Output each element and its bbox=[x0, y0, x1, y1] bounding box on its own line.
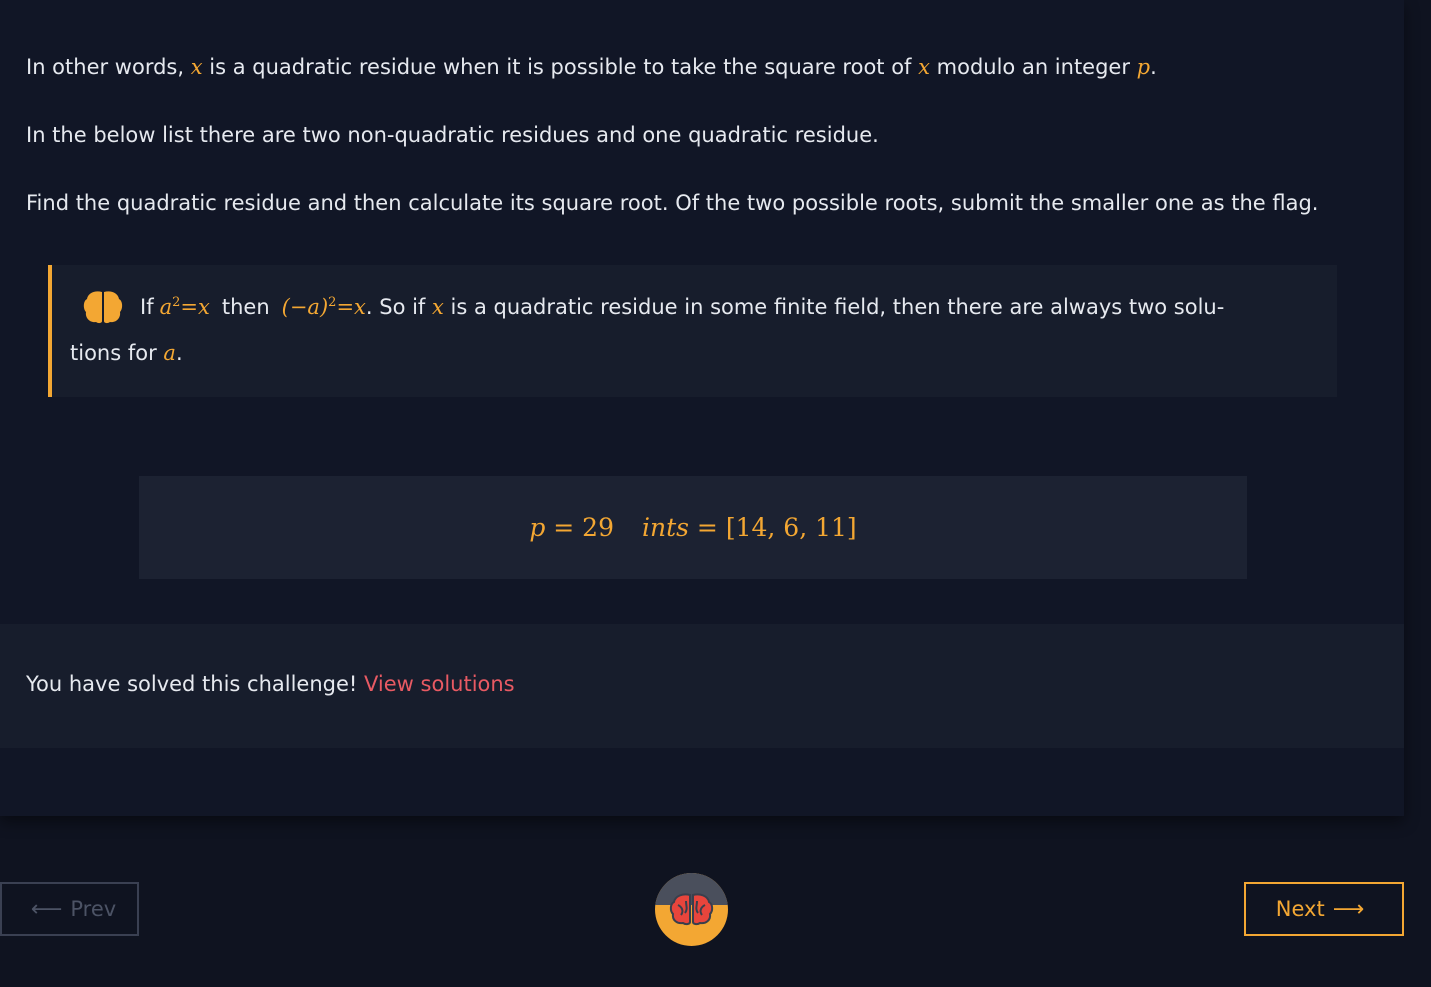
view-solutions-link[interactable]: View solutions bbox=[364, 672, 515, 696]
solved-message: You have solved this challenge! View sol… bbox=[26, 672, 515, 696]
prev-button[interactable]: ⟵ Prev bbox=[0, 882, 139, 936]
next-button[interactable]: Next ⟶ bbox=[1244, 882, 1404, 936]
arrow-right-icon: ⟶ bbox=[1332, 896, 1365, 922]
brain-logo-icon[interactable] bbox=[655, 873, 728, 946]
math-a-squared: a2 bbox=[159, 295, 181, 319]
hint-box: If a2 = x then (−a)2 = x. So if x is a q… bbox=[48, 265, 1337, 397]
paragraph-list-description: In the below list there are two non-quad… bbox=[26, 123, 879, 147]
math-p: p bbox=[1136, 55, 1151, 79]
brain-icon bbox=[83, 291, 123, 324]
hint-line-1: If a2 = x then (−a)2 = x. So if x is a q… bbox=[82, 289, 1224, 325]
challenge-data-box: p = 29 ints = [14, 6, 11] bbox=[139, 476, 1247, 579]
challenge-panel: In other words, x is a quadratic residue… bbox=[0, 0, 1404, 816]
arrow-left-icon: ⟵ bbox=[30, 896, 63, 922]
challenge-page: In other words, x is a quadratic residue… bbox=[0, 0, 1431, 987]
challenge-formula: p = 29 ints = [14, 6, 11] bbox=[529, 513, 857, 542]
paragraph-instructions: Find the quadratic residue and then calc… bbox=[26, 191, 1319, 215]
solved-status-bar: You have solved this challenge! View sol… bbox=[0, 624, 1404, 748]
math-x: x bbox=[190, 55, 203, 79]
paragraph-definition: In other words, x is a quadratic residue… bbox=[26, 55, 1157, 79]
math-x: x bbox=[918, 55, 930, 79]
hint-line-2: tions for a. bbox=[70, 341, 183, 365]
math-neg-a-squared: (−a)2 bbox=[281, 295, 337, 319]
